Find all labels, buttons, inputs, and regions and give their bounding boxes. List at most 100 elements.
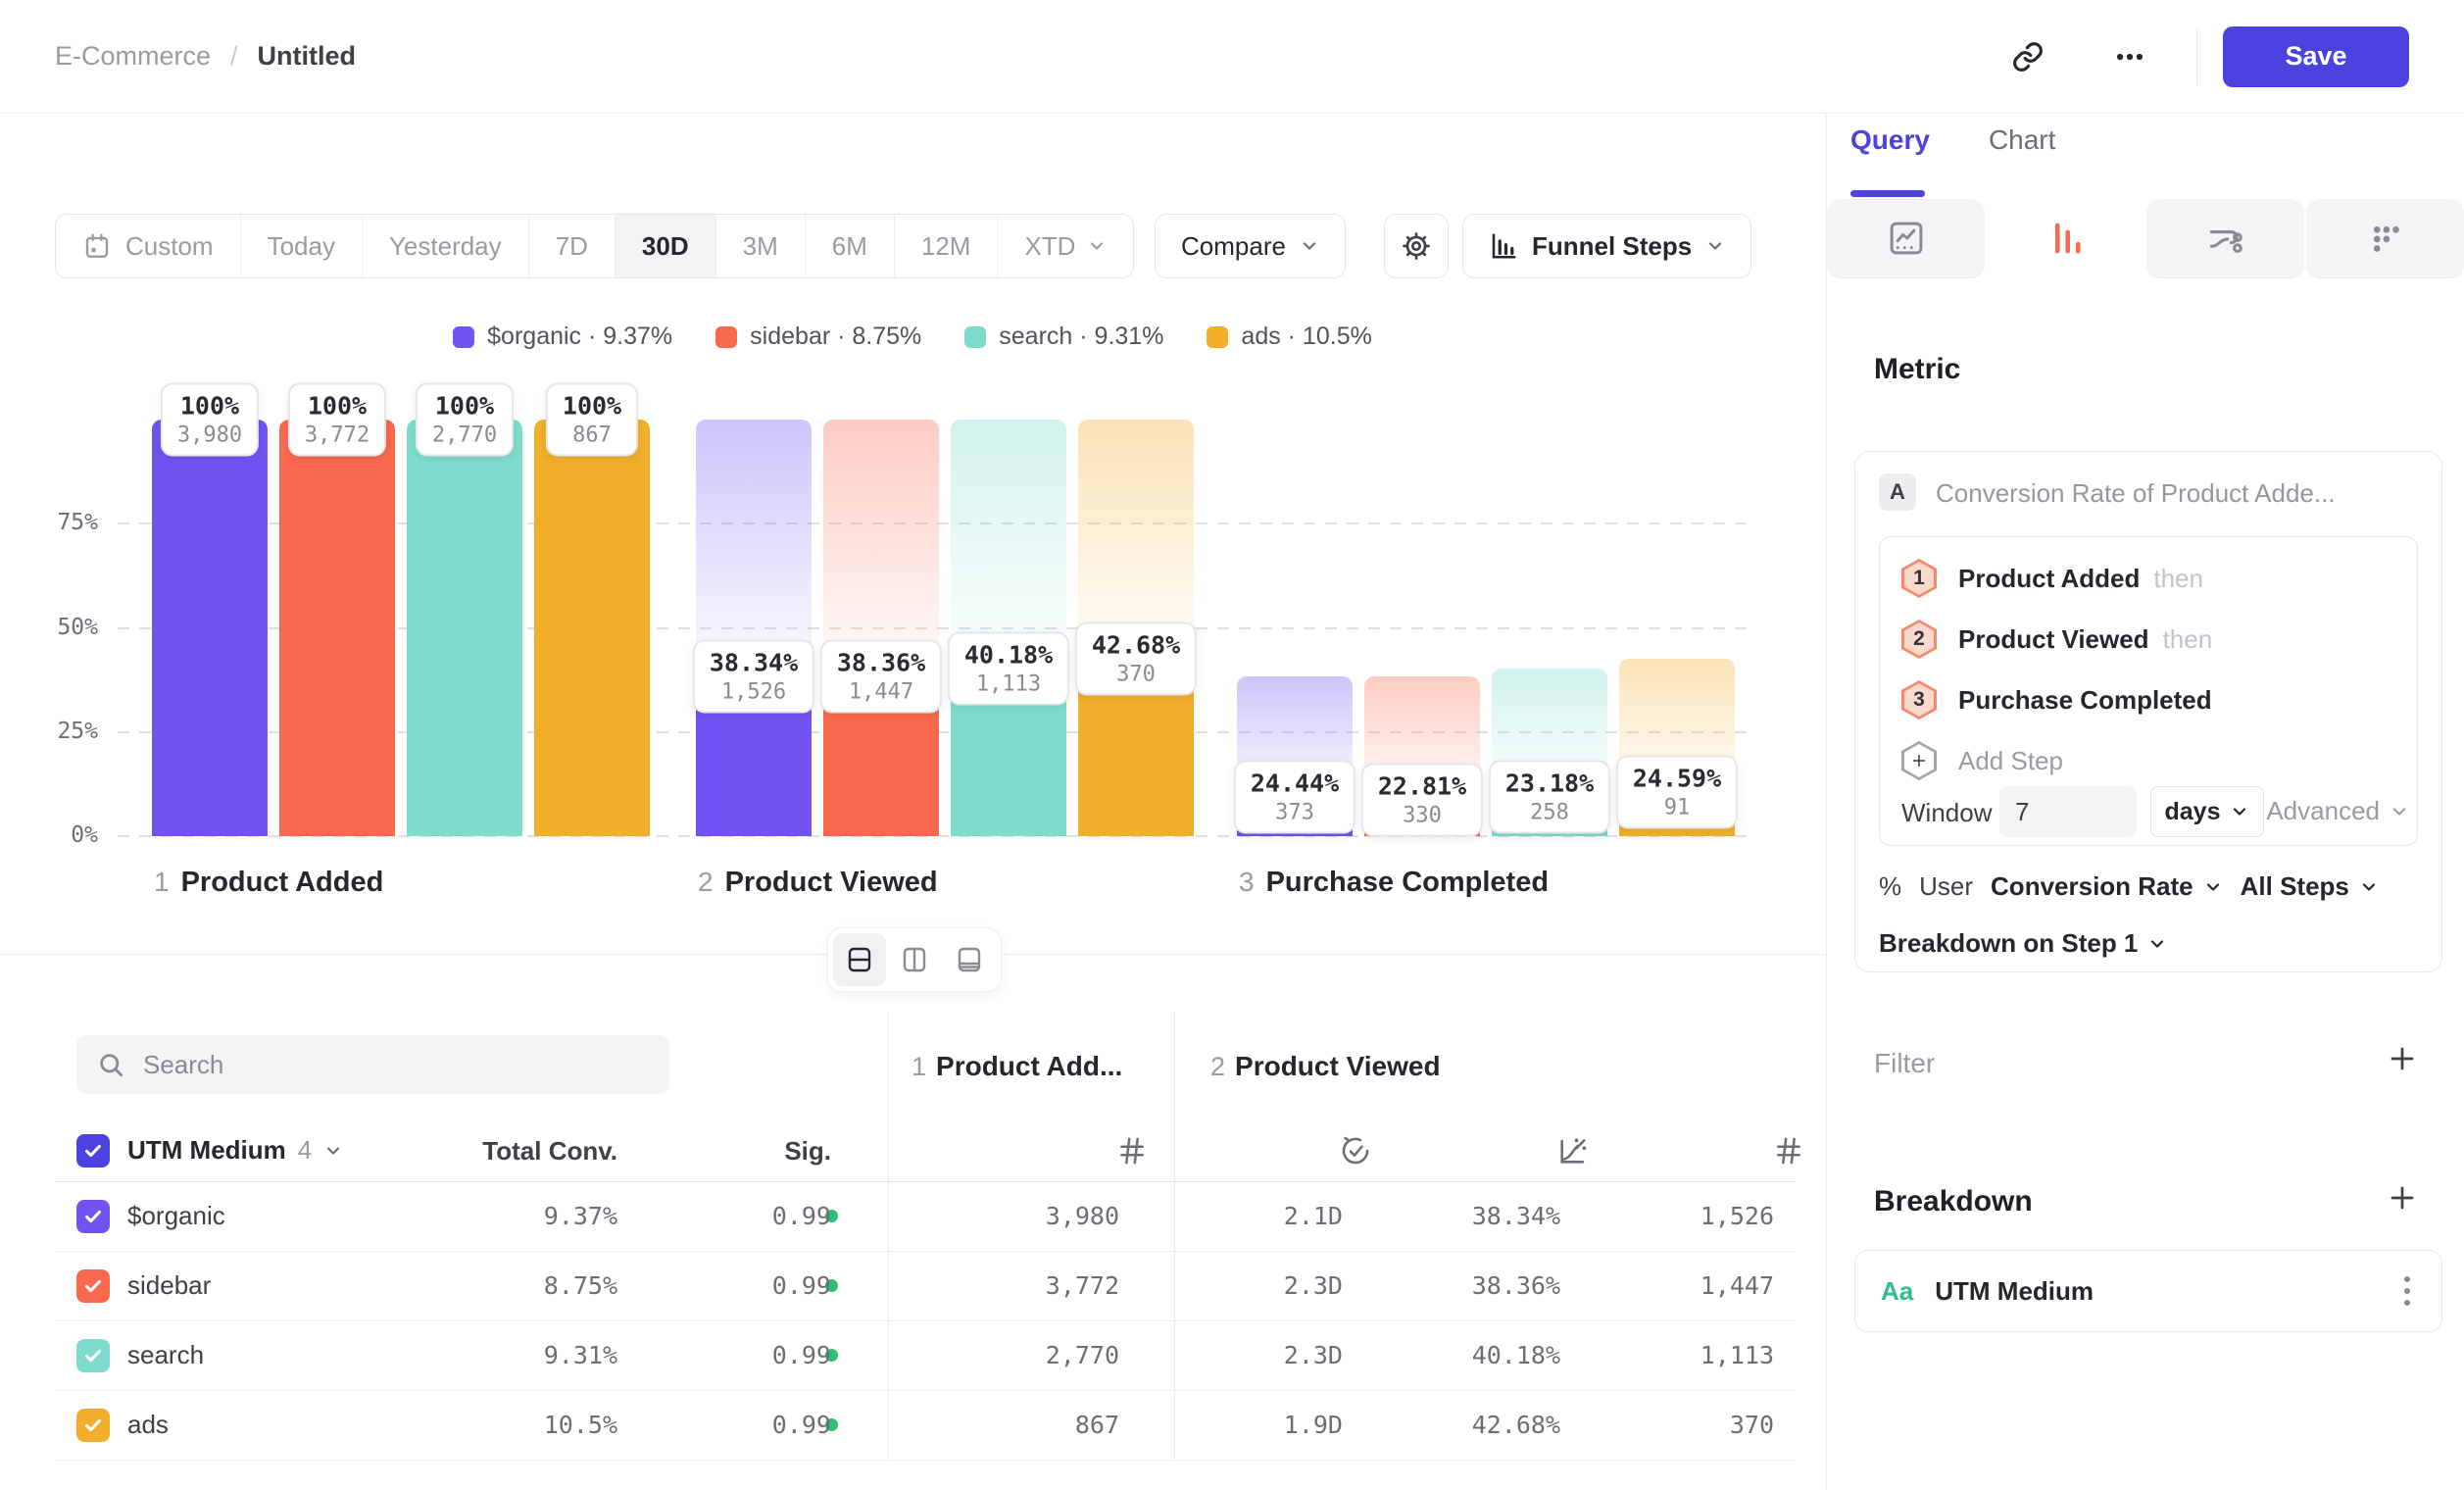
window-unit-select[interactable]: days <box>2150 786 2264 837</box>
metric-title[interactable]: Conversion Rate of Product Adde... <box>1936 478 2336 509</box>
table-row-sidebar: sidebar8.75%0.993,7722.3D38.36%1,447 <box>55 1251 1796 1321</box>
layout-toggle-split-horizontal-icon[interactable] <box>833 933 886 986</box>
row-checkbox[interactable] <box>76 1409 110 1442</box>
value-badge: 42.68%370 <box>1075 621 1197 695</box>
row-checkbox[interactable] <box>76 1200 110 1233</box>
date-range-label: Custom <box>125 231 214 262</box>
row-checkbox[interactable] <box>76 1339 110 1372</box>
chart-type-dropdown[interactable]: Funnel Steps <box>1462 214 1751 278</box>
value-badge: 38.34%1,526 <box>693 640 814 714</box>
chevron-down-icon <box>2230 802 2249 821</box>
breadcrumb-separator: / <box>230 41 238 72</box>
page-title[interactable]: Untitled <box>258 41 357 72</box>
breakdown-on-dropdown[interactable]: Breakdown on Step 1 <box>1879 928 2167 959</box>
legend-swatch <box>453 326 474 348</box>
save-button[interactable]: Save <box>2223 26 2409 87</box>
badge-count: 1,526 <box>710 680 798 705</box>
badge-count: 373 <box>1251 801 1339 825</box>
legend-item-search[interactable]: search · 9.31% <box>964 323 1163 351</box>
breakdown-property-card[interactable]: Aa UTM Medium <box>1854 1250 2442 1332</box>
select-all-checkbox[interactable] <box>76 1134 110 1167</box>
step-number-hexagon: 2 <box>1901 620 1937 659</box>
badge-count: 370 <box>1092 662 1180 686</box>
tab-line-chart[interactable] <box>1827 199 1985 278</box>
value-badge: 24.59%91 <box>1616 756 1738 829</box>
value-badge: 40.18%1,113 <box>948 632 1069 706</box>
cell-avg-time: 2.1D <box>1284 1202 1343 1230</box>
steps-scope-dropdown[interactable]: All Steps <box>2241 871 2379 902</box>
date-range-label: 12M <box>921 231 971 262</box>
compare-button[interactable]: Compare <box>1155 214 1346 278</box>
add-breakdown-button[interactable] <box>2386 1181 2419 1215</box>
cell-step2-count: 1,113 <box>1700 1341 1774 1369</box>
top-header: E-Commerce / Untitled Save <box>0 0 2464 114</box>
bar-organic-step1[interactable] <box>152 420 268 836</box>
entity-label[interactable]: User <box>1919 871 1973 902</box>
tab-stickiness[interactable] <box>2306 199 2464 278</box>
bar-search-step1[interactable] <box>407 420 522 836</box>
step-event-name: Purchase Completed <box>1958 685 2212 716</box>
measured-as-label: Conversion Rate <box>1991 871 2193 902</box>
metric-card: A Conversion Rate of Product Adde... 1Pr… <box>1854 451 2442 972</box>
badge-percent: 24.44% <box>1251 770 1339 798</box>
date-range-label: 3M <box>743 231 778 262</box>
date-range-12m[interactable]: 12M <box>895 215 999 277</box>
date-range-today[interactable]: Today <box>241 215 363 277</box>
funnel-step-2[interactable]: 2Product Viewedthen <box>1901 612 2212 667</box>
layout-toggle-split-vertical-icon[interactable] <box>888 933 941 986</box>
sig-column-header[interactable]: Sig. <box>784 1136 831 1167</box>
share-link-icon[interactable] <box>1996 25 2059 88</box>
date-range-yesterday[interactable]: Yesterday <box>363 215 529 277</box>
date-range-label: Yesterday <box>389 231 502 262</box>
chart-settings-button[interactable] <box>1384 214 1449 278</box>
date-range-3m[interactable]: 3M <box>716 215 806 277</box>
total-conv-column-header[interactable]: Total Conv. <box>482 1136 617 1167</box>
cell-total-conv: 10.5% <box>544 1411 617 1439</box>
cell-total-conv: 9.31% <box>544 1341 617 1369</box>
tab-funnel[interactable] <box>1987 199 2144 278</box>
x-axis-step-label: 2Product Viewed <box>698 867 938 899</box>
breakdown-column-header[interactable]: UTM Medium 4 <box>127 1135 343 1166</box>
header-divider <box>2196 28 2197 85</box>
date-range-label: 6M <box>832 231 867 262</box>
funnel-step-1[interactable]: 1Product Addedthen <box>1901 551 2203 606</box>
add-filter-button[interactable] <box>2386 1042 2419 1075</box>
date-range-xtd[interactable]: XTD <box>998 215 1133 277</box>
breadcrumb-project[interactable]: E-Commerce <box>55 41 211 72</box>
metric-letter-badge: A <box>1879 473 1916 511</box>
bar-ads-step1[interactable] <box>534 420 650 836</box>
legend-item-organic[interactable]: $organic · 9.37% <box>453 323 672 351</box>
advanced-toggle[interactable]: Advanced <box>2266 796 2409 826</box>
date-range-7d[interactable]: 7D <box>529 215 616 277</box>
kebab-menu-icon[interactable] <box>2398 1270 2416 1312</box>
step-then-label: then <box>2153 564 2203 594</box>
tab-chart[interactable]: Chart <box>1989 124 2055 156</box>
layout-toggle-panel-bottom-icon[interactable] <box>943 933 996 986</box>
date-range-30d[interactable]: 30D <box>616 215 716 277</box>
badge-count: 2,770 <box>432 423 497 448</box>
row-checkbox[interactable] <box>76 1269 110 1303</box>
measured-as-dropdown[interactable]: Conversion Rate <box>1991 871 2223 902</box>
funnel-step-3[interactable]: 3Purchase Completed <box>1901 672 2212 727</box>
date-range-group: Custom Today Yesterday 7D30D 3M 6M 12M XTD <box>55 214 1134 278</box>
date-range-custom[interactable]: Custom <box>56 215 241 277</box>
step-name: Purchase Completed <box>1266 867 1549 898</box>
add-step-button[interactable]: Add Step <box>1901 733 2063 788</box>
cell-avg-time: 2.3D <box>1284 1271 1343 1300</box>
bar-sidebar-step1[interactable] <box>279 420 395 836</box>
cell-sig: 0.99 <box>772 1202 831 1230</box>
ghost-bar-organic-step2 <box>696 420 812 676</box>
breakdown-on-row: Breakdown on Step 1 <box>1879 928 2167 959</box>
window-value-input[interactable] <box>1999 786 2137 837</box>
badge-percent: 23.18% <box>1505 770 1594 798</box>
legend-item-sidebar[interactable]: sidebar · 8.75% <box>715 323 921 351</box>
legend-item-ads[interactable]: ads · 10.5% <box>1207 323 1371 351</box>
search-input[interactable] <box>141 1049 650 1081</box>
date-range-6m[interactable]: 6M <box>806 215 895 277</box>
cell-step1-count: 867 <box>1075 1411 1119 1439</box>
table-row-search: search9.31%0.992,7702.3D40.18%1,113 <box>55 1320 1796 1391</box>
tab-flow[interactable] <box>2146 199 2304 278</box>
more-menu-icon[interactable] <box>2098 25 2161 88</box>
chevron-down-icon <box>323 1141 343 1161</box>
tab-query[interactable]: Query <box>1850 124 1930 156</box>
